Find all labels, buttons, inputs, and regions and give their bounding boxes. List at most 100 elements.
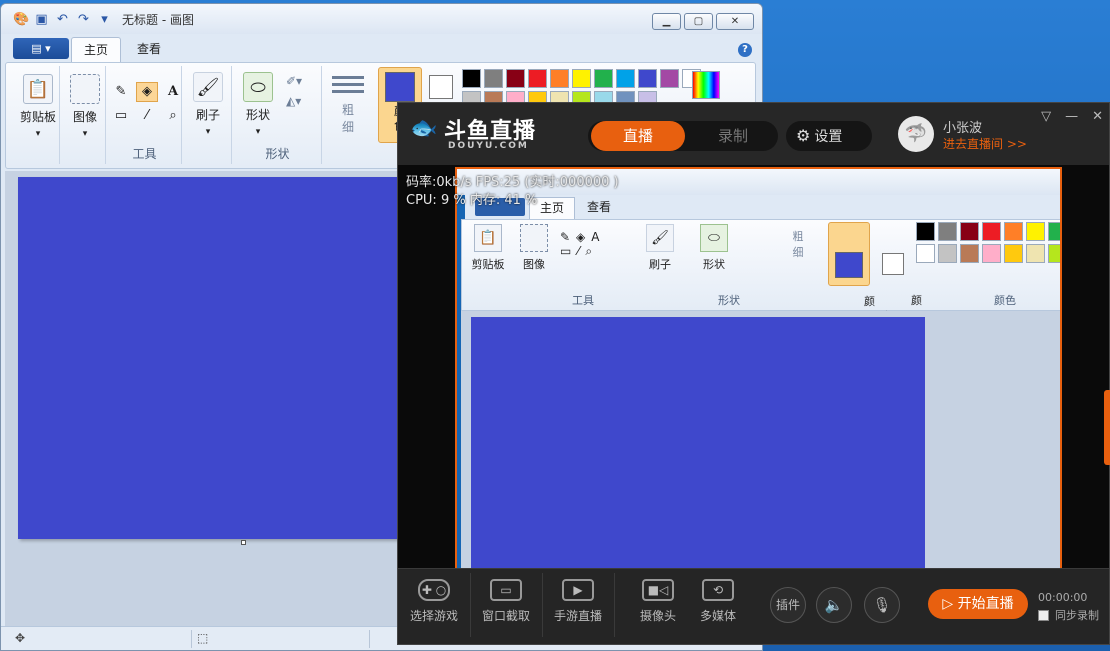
color-swatch[interactable] [1048, 244, 1060, 263]
color-swatch[interactable] [506, 69, 525, 88]
color2-swatch [429, 75, 453, 99]
sync-record-checkbox[interactable] [1038, 609, 1049, 621]
size-label: 粗 细 [341, 103, 354, 134]
minimize-icon[interactable]: — [1065, 109, 1078, 124]
douyu-brand-sub: DOUYU.COM [448, 141, 529, 151]
window-capture-button[interactable]: ▭ 窗口截取 [470, 579, 542, 624]
color-swatch[interactable] [1004, 222, 1023, 241]
select-game-button[interactable]: ✚ ○ 选择游戏 [398, 579, 470, 624]
multimedia-icon: ⟲ [702, 579, 734, 601]
color-swatch[interactable] [550, 69, 569, 88]
image-button[interactable]: 图像 ▾ [66, 74, 104, 139]
status-divider [191, 630, 192, 648]
clipboard-button[interactable]: 📋 剪贴板 ▾ [18, 74, 58, 139]
color-swatch[interactable] [660, 69, 679, 88]
color-swatch[interactable] [960, 244, 979, 263]
color-swatch[interactable] [982, 222, 1001, 241]
clipboard-label: 剪贴板 [19, 110, 56, 124]
preview-shapes-icon: ⬭ [700, 224, 728, 252]
paint-titlebar: 🎨 ▣ ↶ ↷ ▾ 无标题 - 画图 ▁ ▢ ✕ [1, 4, 762, 34]
side-panel-tab[interactable] [1104, 390, 1110, 465]
color-picker-icon[interactable]: ⁄ [136, 106, 158, 126]
quick-access-toolbar: 🎨 ▣ ↶ ↷ ▾ [13, 12, 112, 27]
paint-canvas[interactable] [18, 177, 400, 539]
resize-handle[interactable] [241, 540, 246, 545]
color-swatch[interactable] [462, 69, 481, 88]
color-swatch[interactable] [1026, 244, 1045, 263]
start-live-button[interactable]: ▷ 开始直播 [928, 589, 1028, 619]
color-swatch[interactable] [594, 69, 613, 88]
fill-icon[interactable]: ◈ [136, 82, 158, 102]
minimize-button[interactable]: ▁ [652, 13, 681, 30]
enter-room-link[interactable]: 进去直播间 >> [943, 135, 1027, 152]
color-swatch[interactable] [638, 69, 657, 88]
edit-colors-icon[interactable] [692, 71, 720, 99]
mobile-live-button[interactable]: ▶ 手游直播 [542, 579, 614, 624]
fill-style-icon[interactable]: ◭▾ [286, 94, 301, 108]
group-clipboard: 📋 剪贴板 ▾ [14, 66, 60, 164]
settings-button[interactable]: ⚙ 设置 [786, 121, 872, 151]
color-swatch[interactable] [572, 69, 591, 88]
group-tools: ✎ ◈ A ▭ ⁄ ⌕ 工具 [108, 66, 182, 164]
size-line-3 [332, 90, 364, 93]
customize-dropdown-icon[interactable]: ▾ [97, 12, 112, 27]
color-swatch[interactable] [1026, 222, 1045, 241]
color-swatch[interactable] [960, 222, 979, 241]
paint-app-icon[interactable]: 🎨 [13, 12, 29, 27]
dropdown-menu-icon[interactable]: ▽ [1041, 109, 1051, 124]
color-swatch[interactable] [528, 69, 547, 88]
color-swatch[interactable] [938, 222, 957, 241]
color-swatch[interactable] [616, 69, 635, 88]
camera-label: 摄像头 [639, 609, 676, 623]
tab-home[interactable]: 主页 [71, 37, 122, 62]
douyu-footer: ✚ ○ 选择游戏 ▭ 窗口截取 ▶ 手游直播 ■◁ 摄像头 ⟲ 多媒体 插件 🔈… [398, 568, 1109, 644]
pencil-icon[interactable]: ✎ [110, 82, 132, 102]
text-icon[interactable]: A [162, 82, 184, 102]
preview-brush-icon: 🖌 [646, 224, 674, 252]
preview-colors-label: 颜色 [994, 294, 1016, 307]
preview-color2-swatch [882, 253, 904, 275]
preview-brush: 🖌 刷子 [640, 224, 680, 272]
close-icon[interactable]: ✕ [1092, 109, 1103, 124]
tab-live[interactable]: 直播 [591, 121, 685, 151]
douyu-window: 🐟 斗鱼直播 DOUYU.COM 直播 录制 ⚙ 设置 🦈 小张波 进去直播间 >… [397, 102, 1110, 645]
close-button[interactable]: ✕ [716, 13, 754, 30]
avatar[interactable]: 🦈 [898, 116, 934, 152]
undo-icon[interactable]: ↶ [55, 12, 70, 27]
live-timer: 00:00:00 [1038, 591, 1088, 604]
color-swatch[interactable] [982, 244, 1001, 263]
tab-record[interactable]: 录制 [692, 121, 774, 151]
brush-button[interactable]: 🖌 刷子 ▾ [188, 72, 228, 137]
microphone-icon[interactable]: 🎙 [864, 587, 900, 623]
multimedia-label: 多媒体 [699, 609, 736, 623]
redo-icon[interactable]: ↷ [76, 12, 91, 27]
color-swatch[interactable] [938, 244, 957, 263]
live-preview: 主页 查看 📋 剪贴板 图像 ✎◈A ▭⁄⌕ 工具 🖌 刷子 ⬭ 形状 形状 粗… [398, 165, 1110, 570]
preview-ribbon: 📋 剪贴板 图像 ✎◈A ▭⁄⌕ 工具 🖌 刷子 ⬭ 形状 形状 粗 细 颜 颜… [461, 219, 1060, 324]
save-icon[interactable]: ▣ [34, 12, 49, 27]
magnifier-icon[interactable]: ⌕ [162, 106, 184, 126]
outline-icon[interactable]: ✐▾ [286, 74, 302, 88]
multimedia-button[interactable]: ⟲ 多媒体 [682, 579, 754, 624]
paint-file-menu-button[interactable]: ▤ ▾ [13, 38, 69, 59]
color-swatch[interactable] [484, 69, 503, 88]
color-swatch[interactable] [916, 244, 935, 263]
brush-icon: 🖌 [193, 72, 223, 102]
paint-title: 无标题 - 画图 [122, 12, 194, 27]
size-line-1 [332, 76, 364, 79]
size-button[interactable]: 粗 细 [328, 72, 368, 135]
shapes-button[interactable]: ⬭ 形状 ▾ [238, 72, 278, 137]
eraser-icon[interactable]: ▭ [110, 106, 132, 126]
sync-record-option[interactable]: 同步录制 [1038, 607, 1099, 623]
color-swatch[interactable] [1048, 222, 1060, 241]
preview-shapes-group-label: 形状 [718, 294, 740, 307]
preview-canvas [471, 317, 925, 568]
speaker-icon[interactable]: 🔈 [816, 587, 852, 623]
tab-view[interactable]: 查看 [125, 37, 173, 62]
preview-capture-frame[interactable]: 主页 查看 📋 剪贴板 图像 ✎◈A ▭⁄⌕ 工具 🖌 刷子 ⬭ 形状 形状 粗… [455, 167, 1062, 570]
color-swatch[interactable] [916, 222, 935, 241]
color-swatch[interactable] [1004, 244, 1023, 263]
help-icon[interactable]: ? [738, 43, 752, 57]
plugins-button[interactable]: 插件 [770, 587, 806, 623]
maximize-button[interactable]: ▢ [684, 13, 713, 30]
